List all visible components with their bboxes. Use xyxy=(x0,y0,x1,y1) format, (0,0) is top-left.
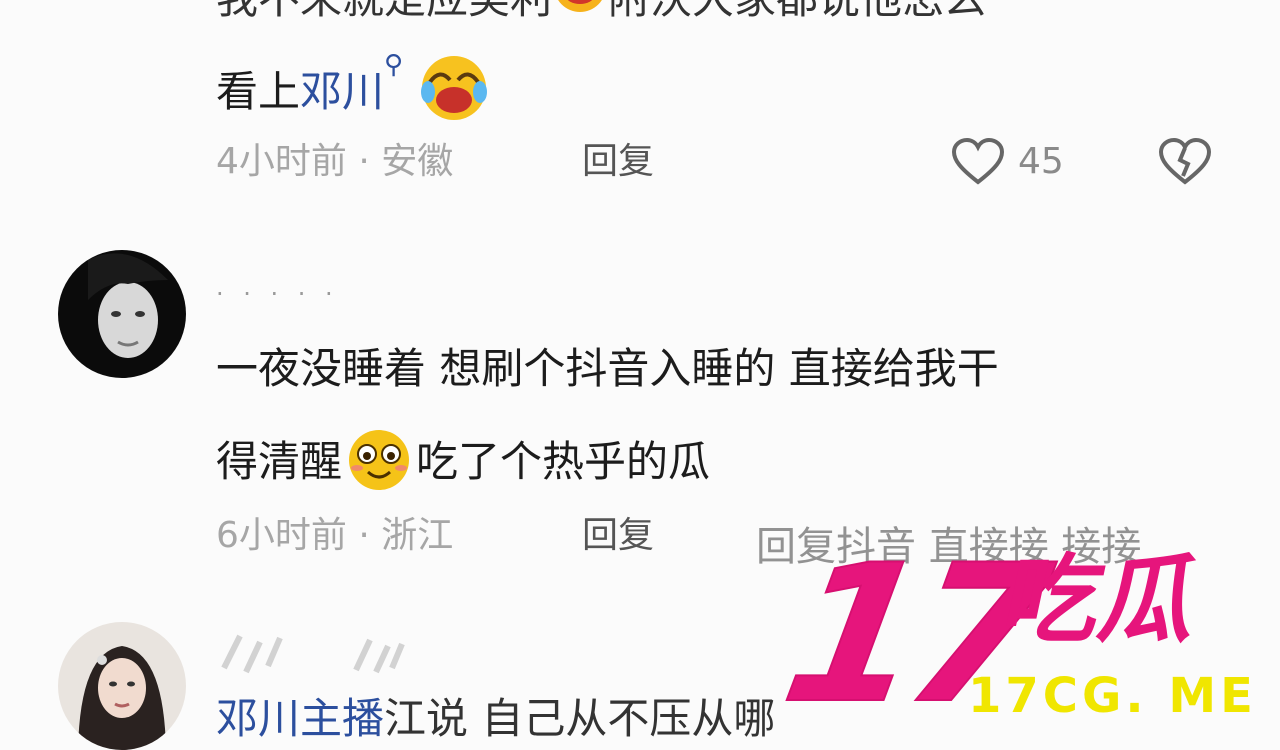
comment-1-like-button[interactable]: 45 xyxy=(950,136,1080,188)
comment-1-reply-button[interactable]: 回复 xyxy=(582,144,654,180)
like-count: 45 xyxy=(1018,141,1064,182)
heart-icon xyxy=(951,137,1005,185)
comment-3-avatar[interactable] xyxy=(58,622,186,750)
watermark-logo: 17 吃瓜 17CG. ME xyxy=(760,523,1260,746)
comment-2-username[interactable]: · · · · · xyxy=(216,280,339,308)
broken-heart-icon xyxy=(1158,137,1212,185)
watermark-chinese: 吃瓜 xyxy=(994,544,1210,656)
laugh-cry-emoji xyxy=(416,52,492,124)
watermark-url: 17CG. ME xyxy=(968,668,1257,724)
comment-2-avatar[interactable] xyxy=(58,250,186,378)
laugh-cry-emoji xyxy=(552,0,608,22)
mention-link[interactable]: 邓川 xyxy=(300,67,384,116)
comment-3-text-partial: 邓川主播江说 自己从不压从哪 xyxy=(216,694,776,743)
mention-link[interactable]: 邓川主播 xyxy=(216,694,384,743)
comment-1-dislike-button[interactable] xyxy=(1156,136,1214,188)
comment-1-meta: 4小时前 · 安徽 xyxy=(216,141,454,182)
grin-emoji xyxy=(342,428,416,492)
comment-2-meta: 6小时前 · 浙江 xyxy=(216,515,454,556)
comment-1-text-line-1: 我不来就是应美利 附沃大家都说他怎么 xyxy=(216,0,986,22)
comment-2-text-line-1: 一夜没睡着 想刷个抖音入睡的 直接给我干 xyxy=(216,344,999,393)
comment-3-username-blur xyxy=(216,628,406,678)
comment-2-text-line-2: 得清醒 吃了个热乎的瓜 xyxy=(216,428,710,492)
comment-1-text-line-2: 看上邓川⚲ xyxy=(216,52,492,124)
comment-2-reply-button[interactable]: 回复 xyxy=(582,518,654,554)
search-icon[interactable]: ⚲ xyxy=(384,50,403,80)
